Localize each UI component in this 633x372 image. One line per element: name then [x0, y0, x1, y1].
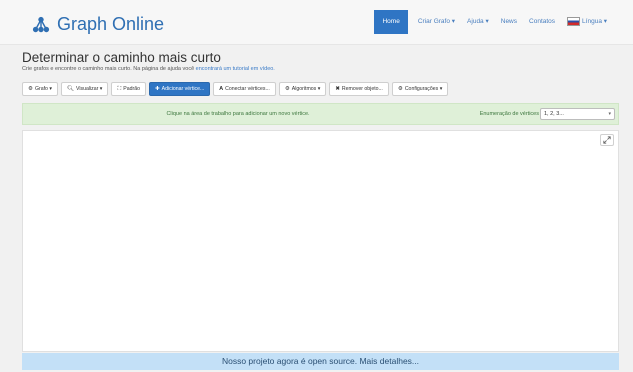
info-bar: Clique na área de trabalho para adiciona… [22, 103, 619, 125]
page-title: Determinar o caminho mais curto [22, 50, 221, 65]
settings-menu-label: Configurações ▾ [404, 86, 443, 92]
nav-language-label: Língua ▾ [582, 18, 607, 25]
brand-name: Graph Online [57, 14, 165, 34]
nav-create-graph[interactable]: Criar Grafo ▾ [412, 10, 461, 34]
graph-tree-icon [32, 16, 50, 32]
nav-news[interactable]: News [495, 10, 523, 34]
remove-object-button[interactable]: ✖ Remover objeto... [329, 82, 389, 96]
chevron-down-icon: ▾ [608, 111, 611, 117]
graph-toolbar: ⚙ Grafo ▾ 🔍︎ Visualizar ▾ ⛶ Padrão ✚ Adi… [22, 82, 449, 96]
nav-links: Home Criar Grafo ▾ Ajuda ▾ News Contatos… [374, 10, 613, 34]
tutorial-video-link[interactable]: encontrará um tutorial em vídeo. [196, 66, 275, 72]
subtitle-text: Crie grafos e encontre o caminho mais cu… [22, 66, 195, 72]
top-navbar: Graph Online Home Criar Grafo ▾ Ajuda ▾ … [0, 0, 633, 45]
settings-icon: ⚙ [397, 86, 403, 92]
font-icon: 𝐀 [219, 86, 224, 92]
add-vertex-button[interactable]: ✚ Adicionar vértice... [149, 82, 211, 96]
expand-icon [603, 136, 611, 144]
cog-icon: ⚙ [284, 86, 290, 92]
language-flag-icon [567, 16, 581, 26]
open-source-banner[interactable]: Nosso projeto agora é open source. Mais … [22, 353, 619, 370]
page: Graph Online Home Criar Grafo ▾ Ajuda ▾ … [0, 0, 633, 372]
nav-language[interactable]: Língua ▾ [561, 10, 613, 34]
settings-menu-button[interactable]: ⚙ Configurações ▾ [391, 82, 449, 96]
gear-icon: ⚙ [28, 86, 33, 92]
algorithms-menu-button[interactable]: ⚙ Algoritmos ▾ [278, 82, 327, 96]
graph-menu-button[interactable]: ⚙ Grafo ▾ [22, 82, 58, 96]
algorithms-menu-label: Algoritmos ▾ [291, 86, 321, 92]
info-message: Clique na área de trabalho para adiciona… [166, 111, 310, 117]
add-vertex-label: Adicionar vértice... [161, 86, 205, 92]
plus-icon: ✚ [155, 86, 160, 92]
fullscreen-button[interactable] [600, 134, 614, 146]
zoom-icon: 🔍︎ [66, 86, 74, 92]
brand-link[interactable]: Graph Online [32, 14, 164, 35]
view-menu-button[interactable]: 🔍︎ Visualizar ▾ [60, 82, 109, 96]
default-mode-button[interactable]: ⛶ Padrão [111, 82, 146, 96]
connect-vertices-button[interactable]: 𝐀 Conectar vértices... [213, 82, 276, 96]
remove-object-label: Remover objeto... [341, 86, 383, 92]
nav-contacts[interactable]: Contatos [523, 10, 561, 34]
connect-vertices-label: Conectar vértices... [225, 86, 270, 92]
default-mode-label: Padrão [123, 86, 140, 92]
nav-help[interactable]: Ajuda ▾ [461, 10, 495, 34]
graph-menu-label: Grafo ▾ [34, 86, 52, 92]
vertex-enumeration-value: 1, 2, 3... [544, 111, 564, 117]
close-icon: ✖ [335, 86, 340, 92]
vertex-enumeration-select[interactable]: 1, 2, 3... ▾ [540, 108, 615, 120]
vertex-enumeration-label: Enumeração de vértices [479, 111, 539, 117]
nav-home[interactable]: Home [374, 10, 408, 34]
view-menu-label: Visualizar ▾ [75, 86, 103, 92]
page-subtitle: Crie grafos e encontre o caminho mais cu… [22, 66, 275, 72]
graph-canvas[interactable] [22, 130, 619, 352]
move-icon: ⛶ [117, 86, 122, 92]
